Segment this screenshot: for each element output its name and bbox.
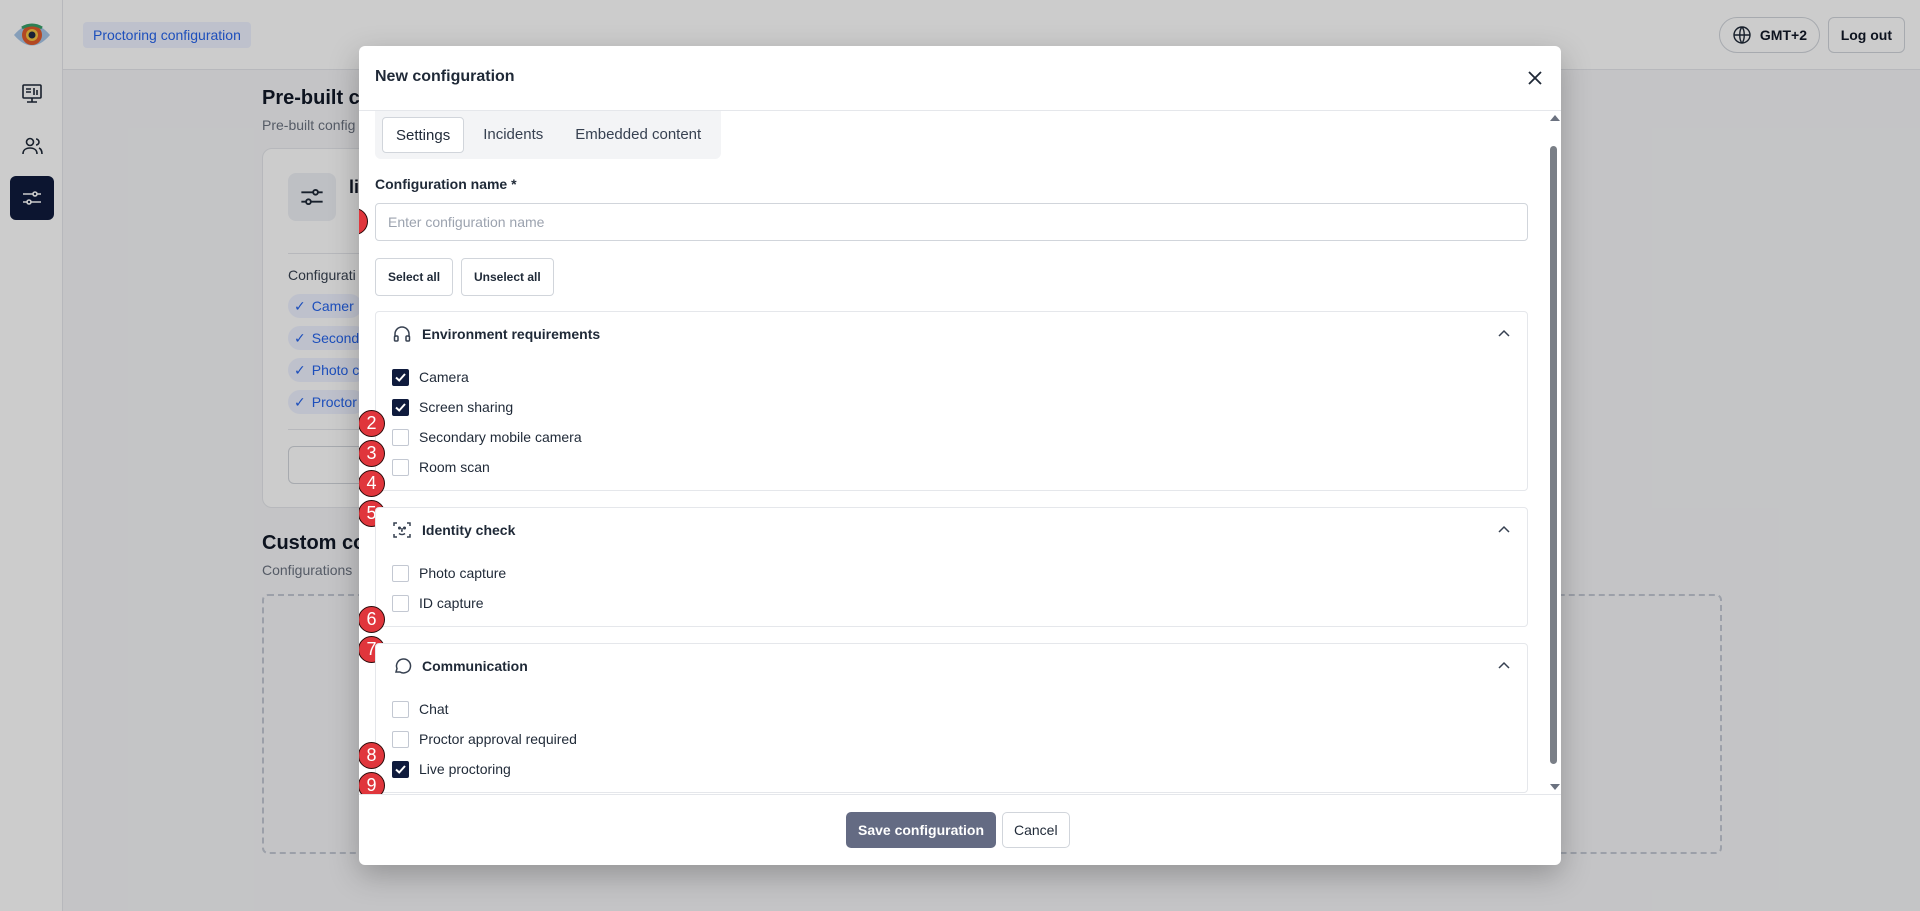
annotation-marker: 1 [359, 208, 368, 235]
chevron-up-icon[interactable] [1497, 658, 1511, 672]
modal-body: Settings Incidents Embedded content Conf… [359, 111, 1561, 794]
option-label: ID capture [419, 595, 484, 611]
modal-footer: Save configuration Cancel [359, 794, 1561, 865]
face-scan-icon [393, 522, 411, 538]
checkbox[interactable] [392, 428, 409, 446]
checkbox[interactable] [392, 458, 409, 476]
option-label: Live proctoring [419, 761, 511, 777]
save-configuration-button[interactable]: Save configuration [846, 812, 997, 848]
section-header[interactable]: Identity check [376, 508, 1527, 552]
option-chat[interactable]: Chat [392, 699, 449, 719]
checkbox[interactable] [392, 368, 409, 386]
section-title: Communication [422, 658, 528, 674]
tab-settings[interactable]: Settings [382, 117, 465, 153]
checkbox[interactable] [392, 700, 409, 718]
option-label: Secondary mobile camera [419, 429, 582, 445]
annotation-marker: 9 [359, 772, 385, 794]
option-screen-sharing[interactable]: Screen sharing [392, 397, 513, 417]
section-header[interactable]: Environment requirements [376, 312, 1527, 356]
unselect-all-button[interactable]: Unselect all [461, 258, 554, 296]
option-id-capture[interactable]: ID capture [392, 593, 484, 613]
configuration-name-label: Configuration name * [375, 176, 517, 192]
option-label: Chat [419, 701, 449, 717]
option-camera[interactable]: Camera [392, 367, 469, 387]
headphones-icon [393, 326, 411, 342]
new-configuration-modal: New configuration Settings Incidents Emb… [359, 46, 1561, 865]
section-title: Identity check [422, 522, 516, 538]
option-proctor-approval-required[interactable]: Proctor approval required [392, 729, 577, 749]
chat-bubble-icon [395, 658, 412, 674]
cancel-button[interactable]: Cancel [1002, 812, 1070, 848]
close-icon [1528, 71, 1542, 85]
option-photo-capture[interactable]: Photo capture [392, 563, 506, 583]
annotation-marker: 3 [359, 440, 385, 467]
checkbox[interactable] [392, 730, 409, 748]
scroll-up-arrow-icon[interactable] [1550, 115, 1560, 121]
option-label: Proctor approval required [419, 731, 577, 747]
scrollbar-thumb[interactable] [1550, 146, 1557, 764]
section-environment-requirements: Environment requirements Camera Screen s… [375, 311, 1528, 491]
option-label: Room scan [419, 459, 490, 475]
option-secondary-mobile-camera[interactable]: Secondary mobile camera [392, 427, 582, 447]
modal-title: New configuration [375, 68, 515, 85]
scrollbar[interactable] [1547, 111, 1561, 794]
option-label: Camera [419, 369, 469, 385]
checkbox[interactable] [392, 398, 409, 416]
annotation-marker: 8 [359, 742, 385, 769]
close-button[interactable] [1523, 66, 1547, 90]
tab-embedded-content[interactable]: Embedded content [562, 117, 714, 153]
section-identity-check: Identity check Photo capture ID capture [375, 507, 1528, 627]
tab-incidents[interactable]: Incidents [470, 117, 556, 153]
annotation-marker: 2 [359, 410, 385, 437]
checkbox[interactable] [392, 564, 409, 582]
option-label: Screen sharing [419, 399, 514, 415]
option-live-proctoring[interactable]: Live proctoring [392, 759, 511, 779]
section-communication: Communication Chat Proctor approval requ… [375, 643, 1528, 793]
option-label: Photo capture [419, 565, 507, 581]
annotation-marker: 6 [359, 606, 385, 633]
annotation-marker: 4 [359, 470, 385, 497]
option-room-scan[interactable]: Room scan [392, 457, 490, 477]
section-title: Environment requirements [422, 326, 601, 342]
checkbox[interactable] [392, 594, 409, 612]
checkbox[interactable] [392, 760, 409, 778]
chevron-up-icon[interactable] [1497, 522, 1511, 536]
chevron-up-icon[interactable] [1497, 326, 1511, 340]
select-all-button[interactable]: Select all [375, 258, 454, 296]
scroll-down-arrow-icon[interactable] [1550, 784, 1560, 790]
tab-bar: Settings Incidents Embedded content [375, 111, 722, 159]
modal-header: New configuration [359, 46, 1561, 111]
section-header[interactable]: Communication [376, 644, 1527, 688]
configuration-name-input[interactable] [375, 203, 1528, 241]
